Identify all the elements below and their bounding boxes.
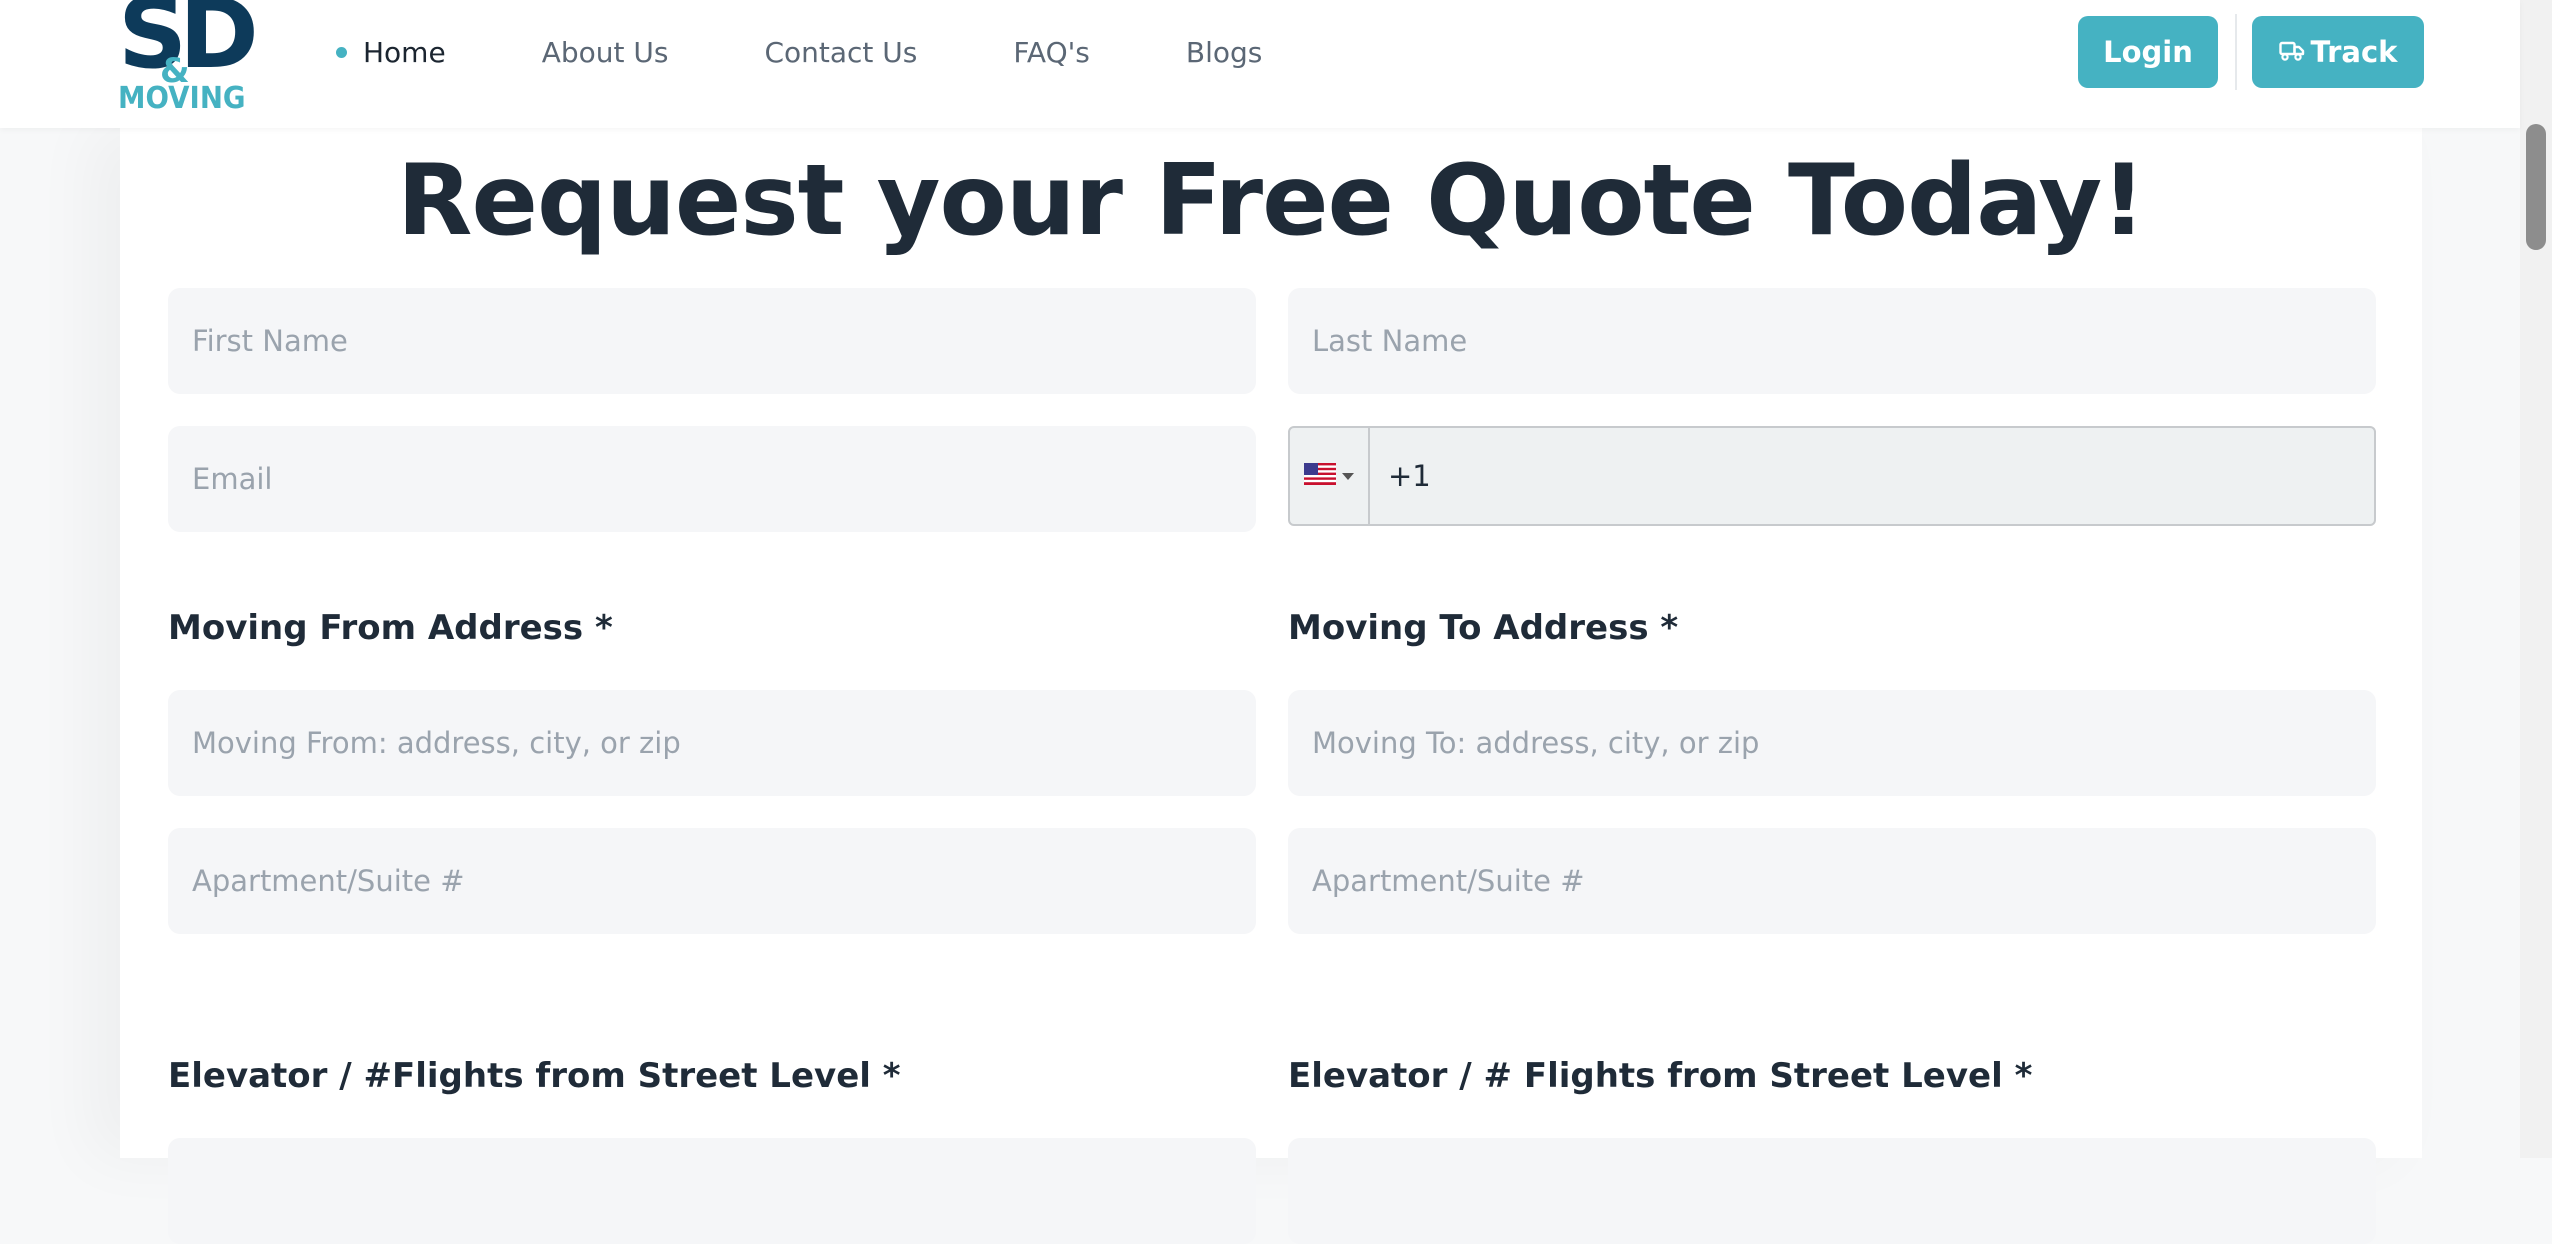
login-button-label: Login: [2103, 35, 2193, 69]
truck-icon: [2278, 35, 2305, 69]
nav-item-about-us[interactable]: About Us: [542, 36, 669, 69]
nav-item-contact-us[interactable]: Contact Us: [764, 36, 917, 69]
us-flag-icon: [1304, 463, 1336, 489]
nav-item-home[interactable]: Home: [336, 36, 446, 69]
nav-item-label: FAQ's: [1013, 35, 1090, 69]
logo-wordmark: MOVING: [118, 81, 246, 116]
nav-item-label: Home: [363, 35, 446, 69]
moving-to-address-input[interactable]: [1288, 690, 2376, 796]
nav-item-label: About Us: [541, 35, 669, 69]
main-nav: Home About Us Contact Us FAQ's Blogs: [336, 30, 1358, 74]
moving-from-address-input[interactable]: [168, 690, 1256, 796]
phone-field: [1288, 426, 2376, 526]
nav-item-label: Blogs: [1185, 35, 1263, 69]
company-logo[interactable]: SD & MOVING: [118, 0, 259, 118]
moving-from-label: Moving From Address *: [168, 608, 613, 648]
last-name-input[interactable]: [1288, 288, 2376, 394]
scrollbar-thumb[interactable]: [2526, 124, 2546, 250]
elevator-to-select[interactable]: [1288, 1138, 2376, 1244]
login-button[interactable]: Login: [2078, 16, 2218, 88]
page-title: Request your Free Quote Today!: [397, 144, 2146, 258]
nav-item-blogs[interactable]: Blogs: [1186, 36, 1262, 69]
active-dot-icon: [336, 46, 347, 58]
phone-input[interactable]: [1370, 428, 2370, 524]
track-button[interactable]: Track: [2252, 16, 2424, 88]
elevator-to-label: Elevator / # Flights from Street Level *: [1288, 1056, 2033, 1096]
track-button-label: Track: [2310, 35, 2398, 69]
country-code-dropdown[interactable]: [1290, 428, 1370, 524]
moving-to-label: Moving To Address *: [1288, 608, 1679, 648]
moving-from-apartment-input[interactable]: [168, 828, 1256, 934]
chevron-down-icon: [1342, 472, 1354, 480]
moving-to-apartment-input[interactable]: [1288, 828, 2376, 934]
page-scrollbar[interactable]: [2520, 0, 2552, 1158]
nav-item-faqs[interactable]: FAQ's: [1013, 36, 1090, 69]
elevator-from-label: Elevator / #Flights from Street Level *: [168, 1056, 901, 1096]
nav-item-label: Contact Us: [764, 35, 918, 69]
first-name-input[interactable]: [168, 288, 1256, 394]
quote-form-card: Request your Free Quote Today! Moving Fr…: [120, 128, 2422, 1244]
elevator-from-select[interactable]: [168, 1138, 1256, 1244]
site-header: SD & MOVING Home About Us Contact Us FAQ…: [0, 0, 2520, 128]
email-input[interactable]: [168, 426, 1256, 532]
header-divider: [2235, 14, 2237, 90]
